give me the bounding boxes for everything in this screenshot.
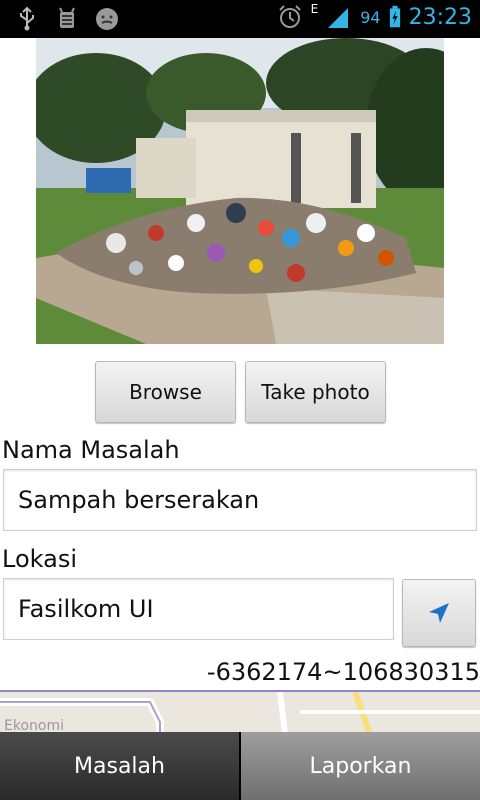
location-arrow-icon xyxy=(427,601,451,625)
browse-button[interactable]: Browse xyxy=(95,361,236,423)
nama-masalah-value: Sampah berserakan xyxy=(18,486,260,514)
nama-masalah-input[interactable]: Sampah berserakan xyxy=(3,469,477,531)
lokasi-input[interactable]: Fasilkom UI xyxy=(3,578,394,640)
status-bar: E 94 23:23 xyxy=(0,0,480,38)
alarm-icon xyxy=(277,4,303,30)
tab-masalah[interactable]: Masalah xyxy=(0,732,241,800)
coordinates-text: -6362174~106830315 xyxy=(206,658,480,686)
take-photo-button[interactable]: Take photo xyxy=(245,361,386,423)
network-type: E xyxy=(310,2,319,16)
map-view[interactable]: Ekonomi xyxy=(0,690,480,734)
get-location-button[interactable] xyxy=(402,579,476,647)
clock: 23:23 xyxy=(408,4,472,30)
bottom-tabs: Masalah Laporkan xyxy=(0,732,480,800)
signal-icon xyxy=(326,4,352,30)
usb-icon xyxy=(14,6,40,32)
lokasi-label: Lokasi xyxy=(2,545,77,573)
tab-laporkan[interactable]: Laporkan xyxy=(241,732,480,800)
problem-photo xyxy=(36,38,444,344)
android-debug-icon xyxy=(54,6,80,32)
nama-masalah-label: Nama Masalah xyxy=(2,436,180,464)
battery-icon xyxy=(389,4,401,30)
face-icon xyxy=(94,6,120,32)
battery-percent: 94 xyxy=(360,7,381,27)
lokasi-value: Fasilkom UI xyxy=(18,595,154,623)
